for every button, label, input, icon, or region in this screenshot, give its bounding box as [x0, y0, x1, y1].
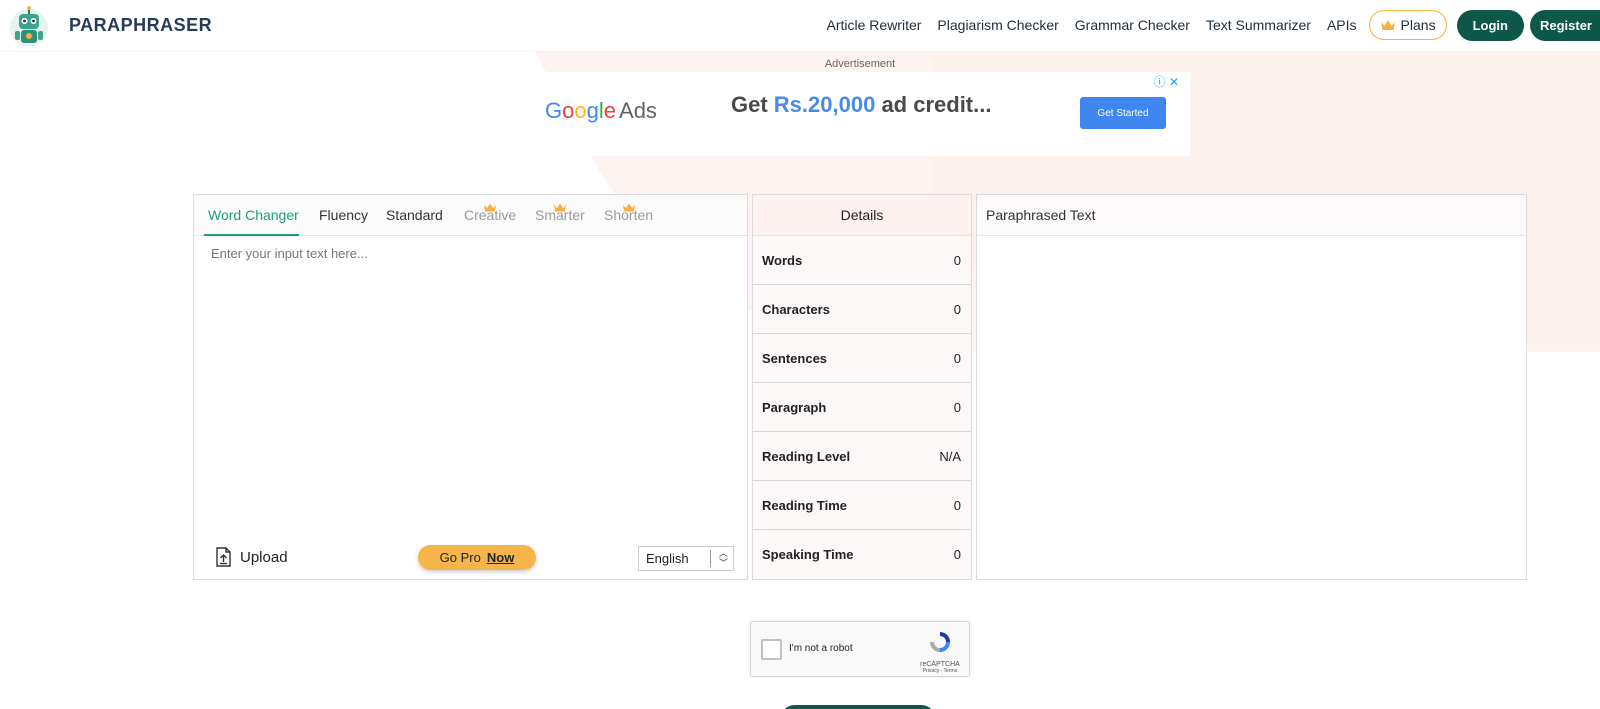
tab-standard[interactable]: Standard: [386, 207, 443, 223]
detail-label: Speaking Time: [762, 547, 854, 562]
details-title: Details: [753, 195, 971, 236]
detail-label: Characters: [762, 301, 830, 317]
ad-controls: ⓘ ✕: [1154, 73, 1179, 90]
ad-info-icon[interactable]: ⓘ: [1154, 75, 1166, 89]
recaptcha-label: I'm not a robot: [789, 643, 853, 654]
detail-label: Words: [762, 252, 803, 268]
detail-label: Reading Time: [762, 497, 848, 513]
mode-tabs: Word Changer Fluency Standard Creative S…: [194, 195, 747, 236]
upload-label: Upload: [240, 548, 288, 566]
paraphrased-panel: Paraphrased Text: [976, 194, 1527, 580]
recaptcha-logo: reCAPTCHA Privacy - Terms: [919, 630, 961, 674]
brand-name[interactable]: PARAPHRASER: [69, 15, 212, 36]
detail-value: 0: [953, 301, 961, 317]
detail-row-reading-level: Reading Level N/A: [753, 432, 971, 481]
detail-value: N/A: [939, 448, 961, 464]
detail-row-sentences: Sentences 0: [753, 334, 971, 383]
crown-icon: [622, 203, 635, 212]
ad-banner[interactable]: Google Ads Get Rs.20,000 ad credit... Get…: [515, 72, 1191, 156]
input-textarea[interactable]: Enter your input text here...: [211, 246, 368, 261]
nav-text-summarizer[interactable]: Text Summarizer: [1206, 17, 1311, 33]
detail-row-reading-time: Reading Time 0: [753, 481, 971, 530]
active-tab-indicator: [204, 234, 299, 236]
detail-label: Paragraph: [762, 399, 827, 415]
ad-get-started-button[interactable]: Get Started: [1080, 97, 1166, 129]
ad-close-icon[interactable]: ✕: [1169, 75, 1179, 89]
detail-value: 0: [953, 350, 961, 366]
recaptcha-links[interactable]: Privacy - Terms: [919, 668, 961, 674]
detail-value: 0: [953, 399, 961, 415]
tab-word-changer[interactable]: Word Changer: [208, 207, 299, 223]
recaptcha-checkbox[interactable]: [761, 639, 782, 660]
paraphrased-title: Paraphrased Text: [977, 195, 1526, 236]
register-button[interactable]: Register: [1529, 9, 1600, 41]
detail-row-paragraph: Paragraph 0: [753, 383, 971, 432]
detail-row-speaking-time: Speaking Time 0: [753, 530, 971, 579]
recaptcha-icon: [930, 632, 950, 652]
go-pro-button[interactable]: Go Pro Now: [418, 545, 536, 570]
language-select[interactable]: English ︿ ﹀: [638, 546, 734, 571]
advertisement-label: Advertisement: [824, 58, 896, 70]
go-pro-label: Go Pro: [439, 550, 481, 565]
paraphrase-button[interactable]: [780, 705, 936, 709]
detail-row-characters: Characters 0: [753, 285, 971, 334]
detail-value: 0: [953, 547, 961, 562]
recaptcha-widget: I'm not a robot reCAPTCHA Privacy - Term…: [750, 621, 970, 677]
site-header: PARAPHRASER Article Rewriter Plagiarism …: [0, 0, 1600, 52]
ad-headline-accent: Rs.20,000: [773, 92, 876, 117]
nav-apis[interactable]: APIs: [1327, 17, 1357, 33]
main-nav: Article Rewriter Plagiarism Checker Gram…: [827, 0, 1600, 50]
ad-headline-suffix: ad credit...: [875, 92, 992, 117]
google-ads-logo: Google Ads: [545, 98, 657, 123]
select-arrows-icon: ︿ ﹀: [718, 548, 728, 568]
detail-label: Sentences: [762, 350, 828, 366]
detail-value: 0: [953, 497, 961, 513]
nav-article-rewriter[interactable]: Article Rewriter: [827, 17, 922, 33]
crown-icon: [483, 203, 497, 212]
upload-file-icon: [216, 547, 231, 567]
tab-shorten[interactable]: Shorten: [604, 203, 653, 223]
input-panel: Word Changer Fluency Standard Creative S…: [193, 194, 748, 580]
plans-button[interactable]: Plans: [1368, 10, 1447, 40]
nav-plagiarism-checker[interactable]: Plagiarism Checker: [937, 17, 1058, 33]
crown-icon: [1380, 20, 1395, 30]
plans-label: Plans: [1400, 17, 1436, 33]
tab-smarter[interactable]: Smarter: [535, 203, 585, 223]
tab-creative[interactable]: Creative: [464, 203, 516, 223]
tab-fluency[interactable]: Fluency: [319, 207, 368, 223]
ad-headline-prefix: Get: [731, 92, 774, 117]
go-pro-now: Now: [486, 550, 515, 565]
language-value: English: [646, 551, 689, 566]
recaptcha-brand: reCAPTCHA: [920, 661, 960, 668]
crown-icon: [553, 203, 567, 212]
ad-headline: Get Rs.20,000 ad credit...: [731, 92, 991, 118]
login-button[interactable]: Login: [1456, 9, 1524, 41]
upload-button[interactable]: Upload: [215, 547, 288, 567]
detail-label: Reading Level: [762, 448, 851, 464]
select-divider: [710, 550, 711, 567]
nav-grammar-checker[interactable]: Grammar Checker: [1075, 17, 1190, 33]
detail-row-words: Words 0: [753, 236, 971, 285]
details-panel: Details Words 0 Characters 0 Sentences 0…: [752, 194, 972, 580]
ad-brand-ads: Ads: [619, 98, 657, 123]
robot-logo-icon[interactable]: [6, 4, 52, 48]
detail-value: 0: [953, 252, 961, 268]
